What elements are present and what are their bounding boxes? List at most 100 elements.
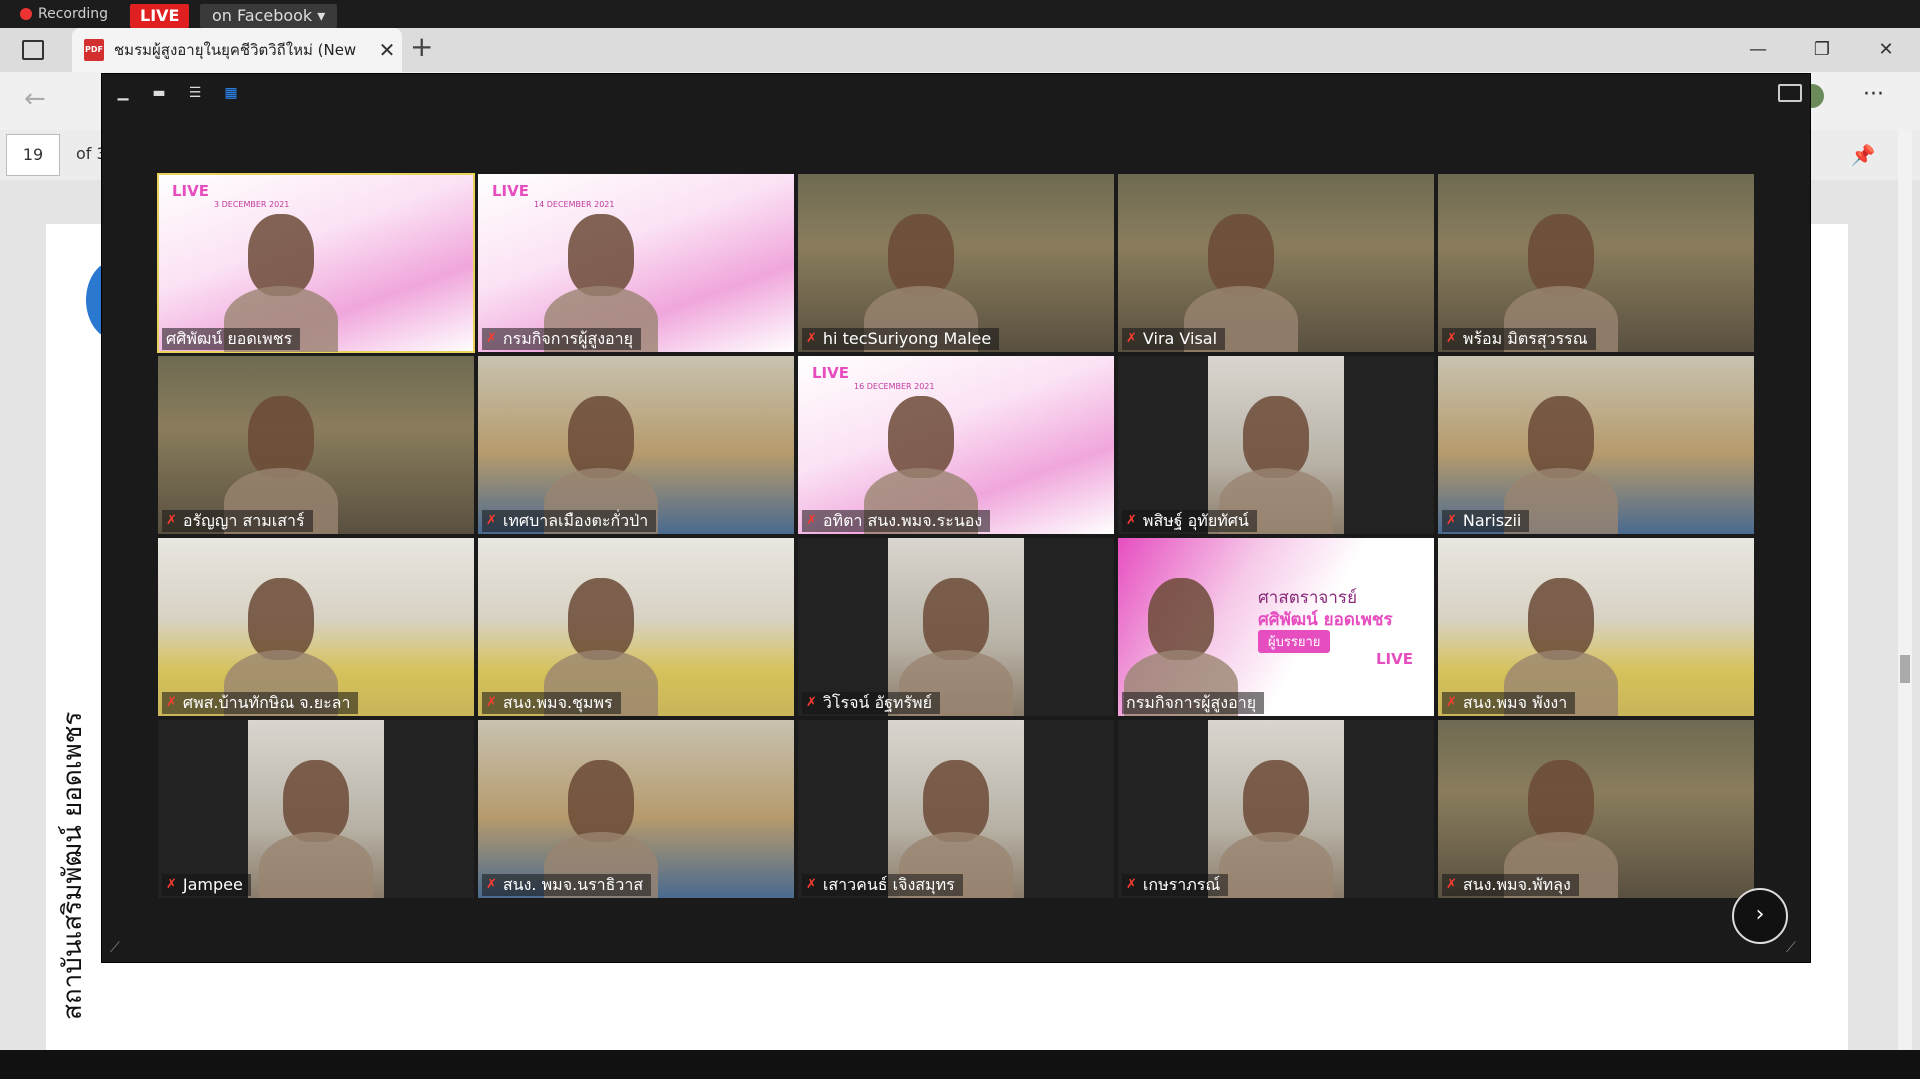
mic-muted-icon: ✗	[1126, 331, 1137, 346]
participant-silhouette	[888, 396, 954, 478]
participant-name: เสาวคนธ์ เจิงสมุทร	[822, 875, 955, 894]
seminar-date: 3 DECEMBER 2021	[214, 200, 290, 209]
close-tab-icon[interactable]: ✕	[372, 38, 402, 62]
participant-silhouette	[248, 396, 314, 478]
participant-name-label: ✗ สนง.พมจ.ชุมพร	[482, 692, 621, 714]
recording-indicator: Recording	[20, 6, 108, 22]
next-page-button[interactable]: ›	[1732, 888, 1788, 944]
participant-name: สนง.พมจ.ชุมพร	[502, 693, 613, 712]
participant-tile[interactable]: ✗ เทศบาลเมืองตะกั่วป่า	[478, 356, 794, 534]
gallery-view-icon[interactable]: ▦	[222, 86, 240, 100]
participant-name-label: ✗ hi tecSuriyong Malee	[802, 328, 1000, 350]
resize-handle-left-icon[interactable]: ⟋	[110, 940, 126, 956]
participant-tile[interactable]: ✗ พสิษฐ์ อุทัยทัศน์	[1118, 356, 1434, 534]
more-options-icon[interactable]: ···	[1863, 82, 1884, 107]
resize-handle-right-icon[interactable]: ⟋	[1786, 940, 1802, 956]
speaker-view-icon[interactable]: ▬	[150, 86, 168, 100]
participant-silhouette	[1243, 760, 1309, 842]
participant-name: สนง.พมจ.พัทลุง	[1462, 875, 1571, 894]
participant-silhouette	[1208, 214, 1274, 296]
scrollbar-thumb[interactable]	[1900, 655, 1910, 683]
participant-silhouette	[568, 578, 634, 660]
pdf-icon: PDF	[84, 39, 104, 61]
participant-silhouette	[923, 760, 989, 842]
seminar-live-label: LIVE	[812, 364, 849, 382]
participant-name-label: ✗ Vira Visal	[1122, 328, 1226, 350]
participant-tile[interactable]: ✗ ศพส.บ้านทักษิณ จ.ยะลา	[158, 538, 474, 716]
participant-tile[interactable]: ✗ สนง.พมจ พังงา	[1438, 538, 1754, 716]
participant-silhouette	[1528, 578, 1594, 660]
participant-tile[interactable]: LIVE 3 DECEMBER 2021 ศศิพัฒน์ ยอดเพชร	[157, 173, 475, 353]
participant-name-label: ✗ สนง. พมจ.นราธิวาส	[482, 874, 652, 896]
participant-silhouette	[568, 214, 634, 296]
record-dot-icon	[20, 8, 32, 20]
participant-tile[interactable]: ✗ Vira Visal	[1118, 174, 1434, 352]
participant-tile[interactable]: LIVE 14 DECEMBER 2021 ✗ กรมกิจการผู้สูงอายุ	[478, 174, 794, 352]
stacked-view-icon[interactable]: ☰	[186, 86, 204, 100]
mic-muted-icon: ✗	[1446, 331, 1457, 346]
page-side-text: สถาบันเสริมพัฒน์ ยอดเพชร	[58, 711, 88, 1020]
minimize-icon[interactable]: —	[1728, 28, 1788, 72]
participant-name-label: ✗ พสิษฐ์ อุทัยทัศน์	[1122, 510, 1257, 532]
mic-muted-icon: ✗	[1126, 513, 1137, 528]
banner-name: ศศิพัฒน์ ยอดเพชร	[1258, 610, 1393, 630]
page-number-input[interactable]: 19	[6, 134, 60, 176]
participant-name-label: ✗ เสาวคนธ์ เจิงสมุทร	[802, 874, 963, 896]
participant-tile[interactable]: ✗ เสาวคนธ์ เจิงสมุทร	[798, 720, 1114, 898]
participant-body	[1219, 832, 1333, 898]
participant-tile[interactable]: ✗ พร้อม มิตรสุวรรณ	[1438, 174, 1754, 352]
participant-name-label: ✗ Nariszii	[1442, 510, 1530, 532]
participant-name-label: ✗ อรัญญา สามเสาร์	[162, 510, 313, 532]
participant-tile[interactable]: ✗ hi tecSuriyong Malee	[798, 174, 1114, 352]
participant-tile[interactable]: ✗ สนง. พมจ.นราธิวาส	[478, 720, 794, 898]
participant-silhouette	[1243, 396, 1309, 478]
mic-muted-icon: ✗	[166, 877, 177, 892]
participant-name-label: ✗ เกษราภรณ์	[1122, 874, 1229, 896]
participant-silhouette	[248, 214, 314, 296]
participant-silhouette	[248, 578, 314, 660]
participant-silhouette	[923, 578, 989, 660]
picture-in-picture-icon[interactable]	[1778, 84, 1802, 102]
participant-tile[interactable]: ✗ สนง.พมจ.ชุมพร	[478, 538, 794, 716]
participant-silhouette	[1528, 760, 1594, 842]
minimize-view-icon[interactable]: ▁	[114, 86, 132, 100]
caret-down-icon: ▾	[317, 6, 326, 25]
participant-name: สนง. พมจ.นราธิวาส	[502, 875, 644, 894]
restore-icon[interactable]: ❐	[1792, 28, 1852, 72]
vertical-scrollbar[interactable]	[1898, 130, 1912, 1050]
tab-actions-icon[interactable]	[22, 40, 44, 60]
participant-name: พสิษฐ์ อุทัยทัศน์	[1142, 511, 1249, 530]
participant-tile[interactable]: ✗ Nariszii	[1438, 356, 1754, 534]
participant-tile[interactable]: ✗ สนง.พมจ.พัทลุง	[1438, 720, 1754, 898]
pin-icon[interactable]: 📌	[1846, 138, 1880, 172]
close-window-icon[interactable]: ✕	[1856, 28, 1916, 72]
view-controls: ▁ ▬ ☰ ▦	[114, 86, 240, 100]
live-destination-dropdown[interactable]: on Facebook ▾	[200, 4, 338, 28]
browser-tab[interactable]: PDF ชมรมผู้สูงอายุในยุคชีวิตวิถีใหม่ (Ne…	[72, 28, 402, 72]
mic-muted-icon: ✗	[806, 331, 817, 346]
participant-tile[interactable]: LIVE 16 DECEMBER 2021 ✗ อทิตา สนง.พมจ.ระนอง	[798, 356, 1114, 534]
mic-muted-icon: ✗	[166, 695, 177, 710]
mic-muted-icon: ✗	[486, 877, 497, 892]
participant-name: Jampee	[182, 875, 243, 894]
participant-tile[interactable]: ✗ Jampee	[158, 720, 474, 898]
participant-silhouette	[1148, 578, 1214, 660]
recording-label: Recording	[38, 6, 109, 22]
participant-name: กรมกิจการผู้สูงอายุ	[1126, 693, 1257, 712]
participant-name-label: กรมกิจการผู้สูงอายุ	[1122, 692, 1265, 714]
mic-muted-icon: ✗	[486, 331, 497, 346]
participant-tile[interactable]: ✗ วิโรจน์ อัฐทรัพย์	[798, 538, 1114, 716]
back-arrow-icon[interactable]: ←	[24, 84, 46, 114]
mic-muted-icon: ✗	[1446, 877, 1457, 892]
mic-muted-icon: ✗	[806, 513, 817, 528]
participant-name: ศพส.บ้านทักษิณ จ.ยะลา	[182, 693, 351, 712]
participant-name-label: ✗ วิโรจน์ อัฐทรัพย์	[802, 692, 940, 714]
participant-silhouette	[1528, 214, 1594, 296]
participant-tile[interactable]: ศาสตราจารย์ ศศิพัฒน์ ยอดเพชร ผู้บรรยาย LIVE…	[1118, 538, 1434, 716]
mic-muted-icon: ✗	[486, 695, 497, 710]
participant-tile[interactable]: ✗ อรัญญา สามเสาร์	[158, 356, 474, 534]
participant-name: พร้อม มิตรสุวรรณ	[1462, 329, 1588, 348]
new-tab-icon[interactable]: +	[410, 30, 433, 63]
participant-tile[interactable]: ✗ เกษราภรณ์	[1118, 720, 1434, 898]
participant-name-label: ✗ Jampee	[162, 874, 251, 896]
